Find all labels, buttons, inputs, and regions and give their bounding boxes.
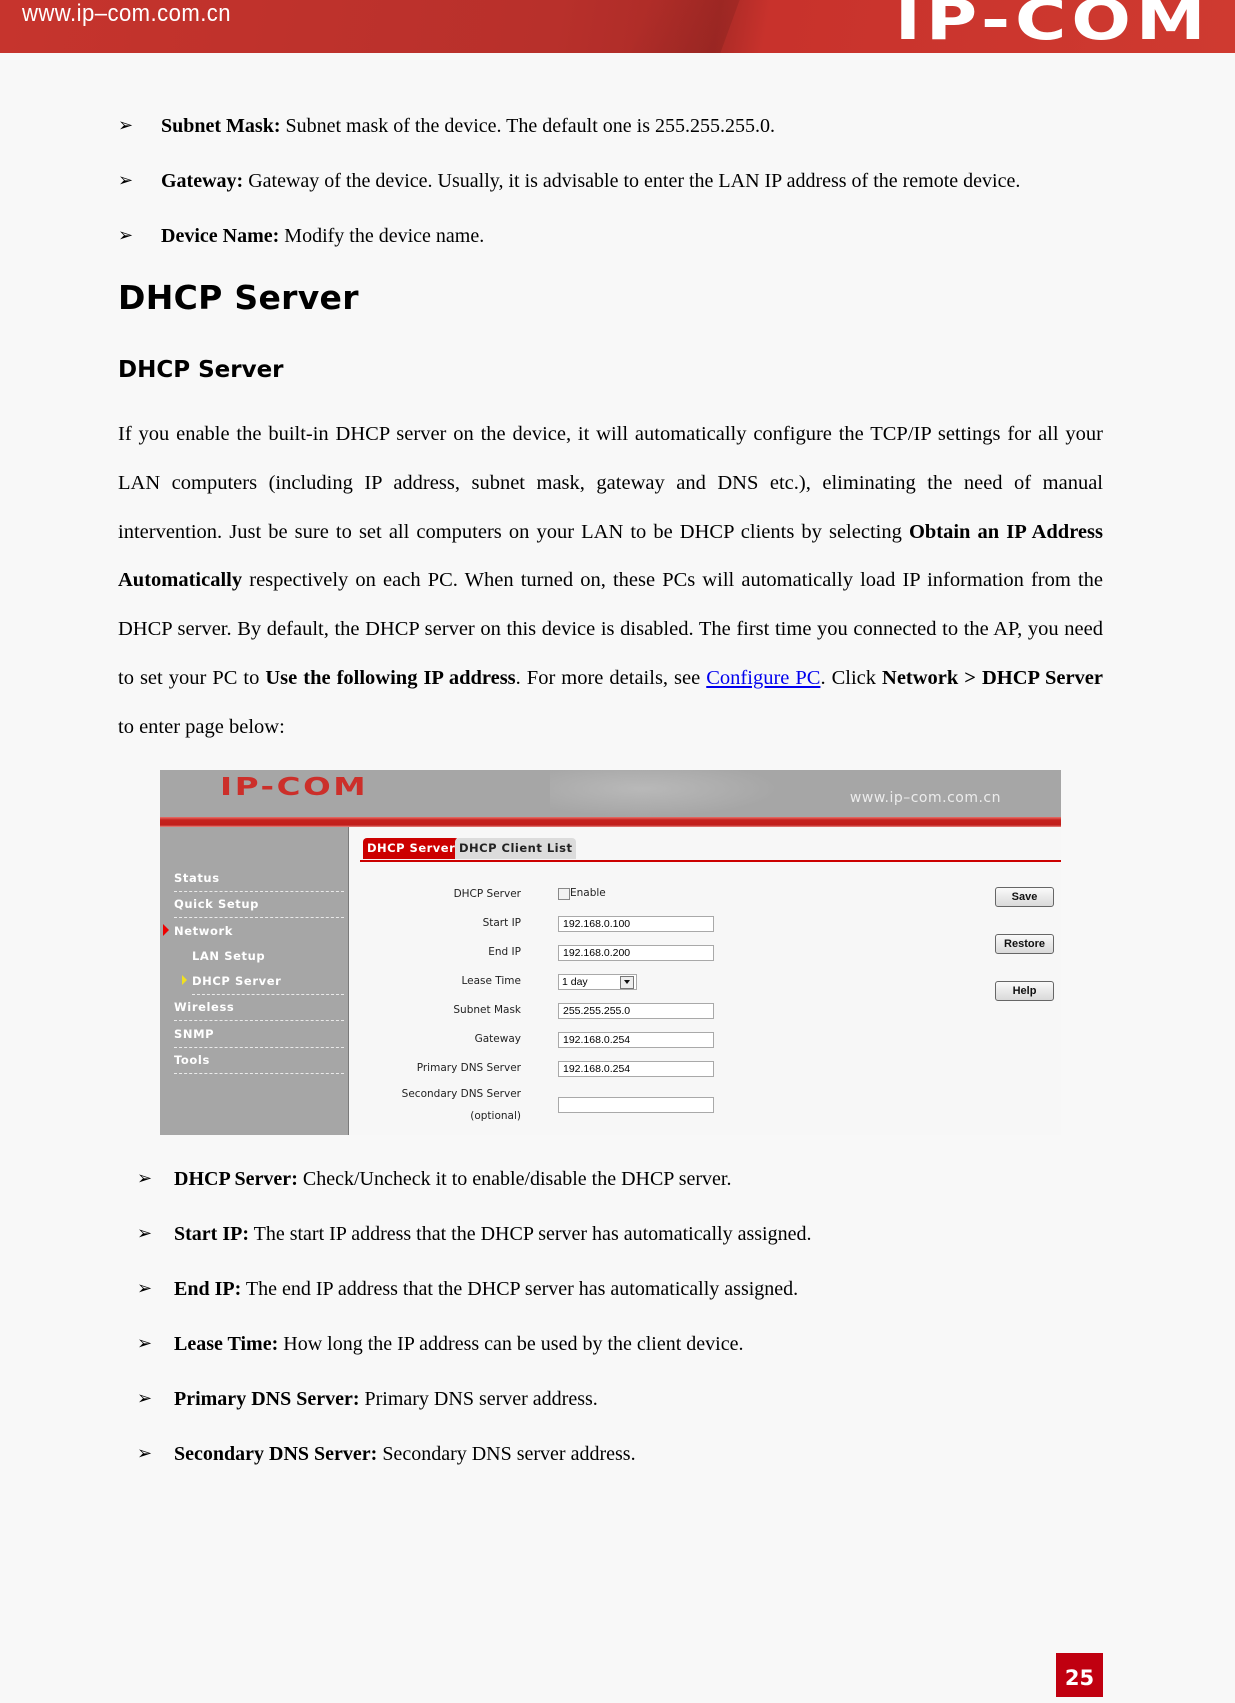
gateway-label: Gateway <box>474 1033 521 1045</box>
router-ui-url: www.ip–com.com.cn <box>849 790 1001 806</box>
tab-underline <box>360 860 1061 862</box>
help-button[interactable]: Help <box>995 981 1054 1001</box>
sidebar-item-lan-setup[interactable]: LAN Setup <box>192 949 344 969</box>
bullet-desc: The start IP address that the DHCP serve… <box>248 1223 812 1245</box>
bullet-term: Start IP: <box>174 1223 249 1245</box>
bullet-term: End IP: <box>174 1278 242 1300</box>
bullet-term: Secondary DNS Server: <box>174 1443 378 1465</box>
tab-dhcp-server[interactable]: DHCP Server <box>363 838 460 859</box>
gateway-input[interactable]: 192.168.0.254 <box>558 1032 714 1048</box>
subnet-mask-input[interactable]: 255.255.255.0 <box>558 1003 714 1019</box>
bullet-arrow-icon: ➢ <box>137 1388 153 1409</box>
dhcp-enable-checkbox[interactable] <box>558 888 570 900</box>
restore-button[interactable]: Restore <box>995 934 1054 954</box>
bullet-arrow-icon: ➢ <box>118 115 134 136</box>
lease-time-select[interactable]: 1 day <box>558 974 637 990</box>
bullet-arrow-icon: ➢ <box>137 1443 153 1464</box>
start-ip-input[interactable]: 192.168.0.100 <box>558 916 714 932</box>
sidebar-item-wireless[interactable]: Wireless <box>174 1000 344 1021</box>
banner-decoration <box>630 0 740 53</box>
bullet-desc: Modify the device name. <box>279 225 485 247</box>
bullet-desc: Gateway of the device. Usually, it is ad… <box>243 170 1021 192</box>
lease-time-value: 1 day <box>562 976 588 988</box>
configure-pc-link[interactable]: Configure PC <box>706 667 820 689</box>
router-ui-red-bar <box>160 817 1061 827</box>
bullet-arrow-icon: ➢ <box>137 1278 153 1299</box>
secondary-dns-label: Secondary DNS Server <box>401 1088 521 1100</box>
tab-dhcp-client-list[interactable]: DHCP Client List <box>455 838 577 859</box>
bullet-arrow-icon: ➢ <box>118 225 134 246</box>
dropdown-arrow-icon[interactable] <box>620 976 634 989</box>
page-number: 25 <box>1056 1653 1103 1697</box>
bullet-arrow-icon: ➢ <box>137 1223 153 1244</box>
paragraph-bold: Network > DHCP Server <box>882 666 1103 689</box>
section-heading: DHCP Server <box>118 278 359 317</box>
end-ip-label: End IP <box>488 946 521 958</box>
bullet-desc: The end IP address that the DHCP server … <box>241 1278 799 1300</box>
secondary-dns-input[interactable] <box>558 1097 714 1113</box>
primary-dns-input[interactable]: 192.168.0.254 <box>558 1061 714 1077</box>
bullet-term: Gateway: <box>161 170 244 192</box>
bullet-term: DHCP Server: <box>174 1168 298 1190</box>
intro-paragraph: If you enable the built-in DHCP server o… <box>118 410 1103 752</box>
bullet-desc: Secondary DNS server address. <box>377 1443 636 1465</box>
bullet-desc: Subnet mask of the device. The default o… <box>280 115 776 137</box>
paragraph-bold: Use the following IP address <box>265 666 516 689</box>
end-ip-input[interactable]: 192.168.0.200 <box>558 945 714 961</box>
sidebar-item-network[interactable]: Network <box>174 924 344 944</box>
enable-label: Enable <box>570 887 606 899</box>
bullet-arrow-icon: ➢ <box>137 1168 153 1189</box>
subnet-mask-label: Subnet Mask <box>453 1004 521 1016</box>
bullet-term: Device Name: <box>161 225 280 247</box>
sidebar-item-tools[interactable]: Tools <box>174 1053 344 1074</box>
active-page-arrow-icon <box>182 975 187 985</box>
primary-dns-label: Primary DNS Server <box>416 1062 521 1074</box>
bullet-arrow-icon: ➢ <box>137 1333 153 1354</box>
bullet-arrow-icon: ➢ <box>118 170 134 191</box>
sidebar-item-snmp[interactable]: SNMP <box>174 1027 344 1048</box>
subsection-heading: DHCP Server <box>118 357 284 383</box>
bullet-term: Primary DNS Server: <box>174 1388 360 1410</box>
header-url: www.ip–com.com.cn <box>22 0 232 27</box>
header-logo: IP-COM <box>895 0 1211 53</box>
sidebar-item-quick-setup[interactable]: Quick Setup <box>174 897 344 918</box>
router-ui-logo: IP-COM <box>220 772 369 801</box>
paragraph-text: . For more details, see <box>515 666 707 689</box>
paragraph-text: . Click <box>820 666 883 689</box>
bullet-desc: Check/Uncheck it to enable/disable the D… <box>297 1168 732 1190</box>
active-section-arrow-icon <box>163 924 169 936</box>
bullet-term: Subnet Mask: <box>161 115 281 137</box>
sidebar-item-dhcp-server[interactable]: DHCP Server <box>192 974 344 995</box>
lease-time-label: Lease Time <box>461 975 521 987</box>
bullet-desc: Primary DNS server address. <box>359 1388 598 1410</box>
page-header-banner: www.ip–com.com.cn IP-COM <box>0 0 1235 53</box>
dhcp-server-label: DHCP Server <box>453 888 521 900</box>
sidebar-item-status[interactable]: Status <box>174 871 344 892</box>
dhcp-server-screenshot: IP-COM www.ip–com.com.cn Status Quick Se… <box>160 770 1061 1135</box>
bullet-desc: How long the IP address can be used by t… <box>278 1333 744 1355</box>
secondary-dns-optional-label: (optional) <box>470 1110 521 1122</box>
bullet-term: Lease Time: <box>174 1333 279 1355</box>
save-button[interactable]: Save <box>995 887 1054 907</box>
world-map-decoration <box>550 770 780 817</box>
start-ip-label: Start IP <box>482 917 521 929</box>
router-ui-sidebar: Status Quick Setup Network LAN Setup DHC… <box>160 827 349 1135</box>
paragraph-text: to enter page below: <box>118 715 285 738</box>
router-ui-header: IP-COM www.ip–com.com.cn <box>160 770 1061 817</box>
